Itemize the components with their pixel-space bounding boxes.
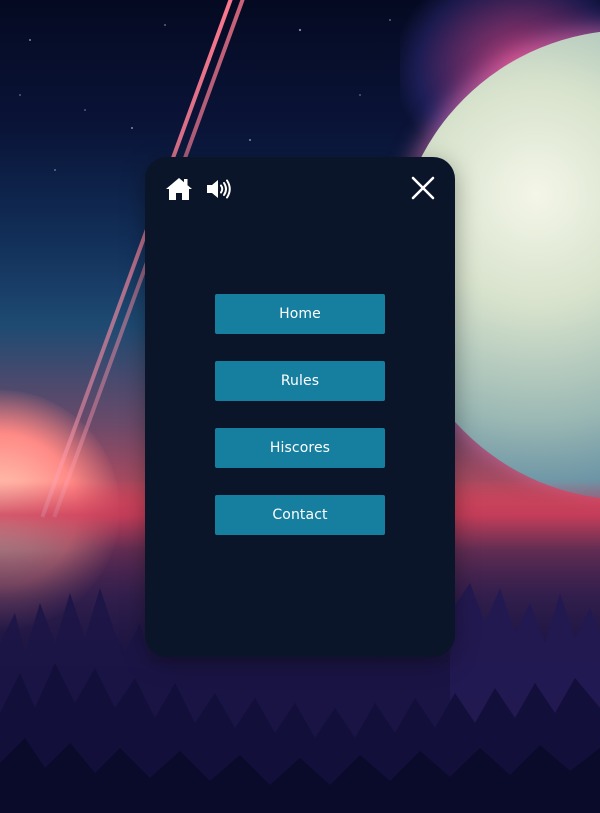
hiscores-button[interactable]: Hiscores: [215, 428, 385, 468]
contact-button[interactable]: Contact: [215, 495, 385, 535]
game-menu-panel: Home Rules Hiscores Contact: [145, 157, 455, 657]
speaker-volume-icon[interactable]: [203, 173, 235, 205]
main-menu: Home Rules Hiscores Contact: [215, 294, 385, 562]
rules-button[interactable]: Rules: [215, 361, 385, 401]
game-background: Home Rules Hiscores Contact: [0, 0, 600, 813]
home-button[interactable]: Home: [215, 294, 385, 334]
close-icon[interactable]: [407, 172, 439, 204]
home-icon[interactable]: [163, 173, 195, 205]
